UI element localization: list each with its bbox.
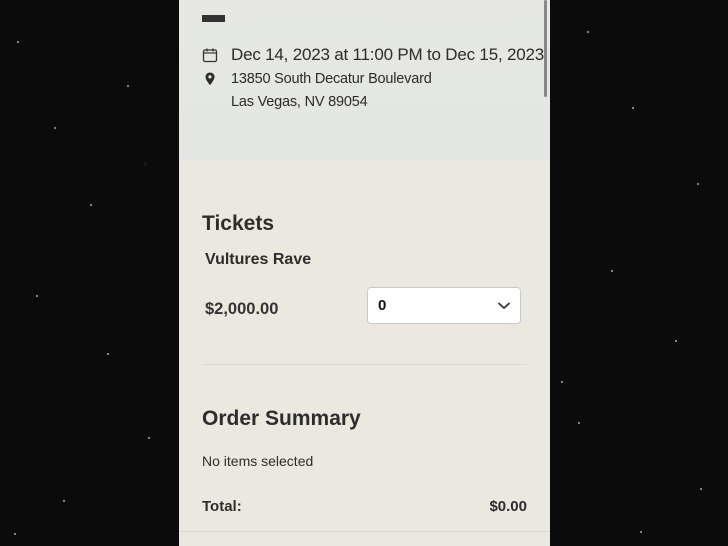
bottom-divider (179, 531, 550, 532)
stage: Dec 14, 2023 at 11:00 PM to Dec 15, 2023… (0, 0, 728, 546)
mobile-event-page: Dec 14, 2023 at 11:00 PM to Dec 15, 2023… (179, 0, 550, 546)
ticket-quantity-value: 0 (378, 297, 387, 314)
scrollbar[interactable] (544, 0, 547, 97)
event-address-line1: 13850 South Decatur Boulevard (231, 71, 432, 87)
section-divider (202, 364, 527, 365)
event-location-row: 13850 South Decatur Boulevard (202, 71, 432, 87)
total-value: $0.00 (489, 498, 527, 515)
calendar-icon (202, 47, 218, 63)
order-empty-text: No items selected (202, 453, 314, 469)
order-summary-title: Order Summary (202, 407, 361, 430)
chevron-down-icon (498, 297, 510, 315)
event-header: Dec 14, 2023 at 11:00 PM to Dec 15, 2023… (179, 0, 550, 160)
ticket-quantity-select[interactable]: 0 (367, 287, 521, 324)
header-bar (202, 15, 225, 22)
event-date-row: Dec 14, 2023 at 11:00 PM to Dec 15, 2023 (202, 45, 544, 65)
tickets-title: Tickets (202, 212, 274, 235)
event-address-line2: Las Vegas, NV 89054 (231, 94, 368, 110)
event-datetime: Dec 14, 2023 at 11:00 PM to Dec 15, 2023 (231, 45, 545, 64)
ticket-name: Vultures Rave (205, 251, 312, 268)
ticket-price: $2,000.00 (205, 300, 279, 318)
map-pin-icon (202, 71, 218, 87)
total-label: Total: (202, 498, 242, 515)
